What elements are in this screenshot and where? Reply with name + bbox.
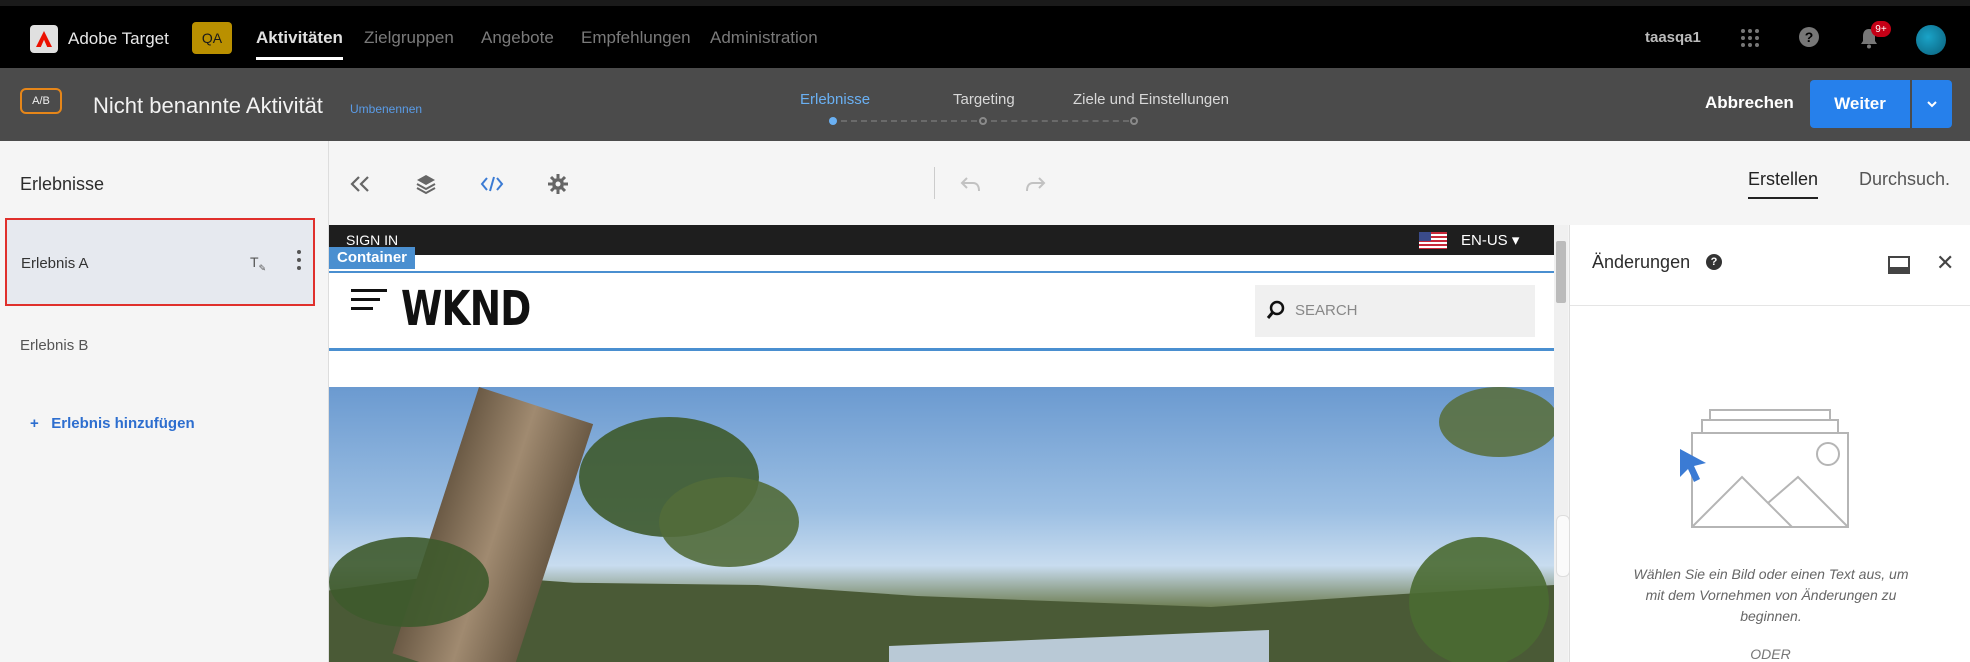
plus-icon: + [30,415,52,432]
text-format-icon[interactable]: T✎ [250,254,266,274]
hero-image[interactable] [329,387,1554,662]
top-navigation: Adobe Target QA Aktivitäten Zielgruppen … [0,0,1970,68]
layers-icon[interactable] [413,171,439,197]
next-dropdown-button[interactable] [1912,80,1952,128]
nav-item-aktivitaeten[interactable]: Aktivitäten [256,28,343,60]
tab-erstellen[interactable]: Erstellen [1748,169,1819,199]
search-placeholder: SEARCH [1295,302,1358,319]
nav-item-empfehlungen[interactable]: Empfehlungen [581,28,691,48]
step-targeting[interactable]: Targeting [953,91,1015,108]
site-header[interactable]: WKND SEARCH [329,271,1554,351]
avatar[interactable] [1916,25,1946,55]
nav-item-zielgruppen[interactable]: Zielgruppen [364,28,454,48]
brand-name[interactable]: Adobe Target [68,29,169,49]
sidebar-title: Erlebnisse [20,174,105,194]
site-search[interactable]: SEARCH [1255,285,1535,337]
site-utility-bar: SIGN IN EN-US ▾ [329,225,1554,255]
adobe-logo-icon[interactable] [30,25,58,53]
panel-layout-icon[interactable] [1888,256,1910,279]
env-badge: QA [192,22,232,54]
nav-item-administration[interactable]: Administration [710,28,818,48]
undo-icon[interactable] [957,171,983,197]
step-connector [841,120,977,122]
rename-link[interactable]: Umbenennen [350,102,422,116]
language-selector[interactable]: EN-US ▾ [1461,231,1519,249]
search-icon [1265,299,1287,326]
user-name[interactable]: taasqa1 [1645,29,1701,46]
apps-icon[interactable] [1741,29,1759,47]
activity-type-badge: A/B [20,88,62,114]
tab-durchsuchen[interactable]: Durchsuch. [1859,169,1950,190]
changes-hint: Wählen Sie ein Bild oder einen Text aus,… [1633,566,1909,624]
nav-item-angebote[interactable]: Angebote [481,28,554,48]
next-button[interactable]: Weiter [1810,80,1910,128]
changes-panel-header: Änderungen ? ✕ [1570,225,1970,306]
experience-label: Erlebnis A [21,255,89,272]
activity-bar: A/B Nicht benannte Aktivität Umbenennen … [0,68,1970,141]
select-element-illustration-icon [1680,405,1860,540]
step-dot-targeting [979,117,987,125]
preview-scrollbar[interactable] [1554,225,1568,662]
redo-icon[interactable] [1023,171,1049,197]
gear-icon[interactable] [545,171,571,197]
step-ziele[interactable]: Ziele und Einstellungen [1073,91,1229,108]
panel-resize-handle[interactable] [1556,515,1570,577]
hamburger-menu-icon[interactable] [351,289,387,313]
wknd-logo[interactable]: WKND [401,281,531,337]
add-experience-button[interactable]: + Erlebnis hinzufügen [30,415,195,432]
help-icon[interactable]: ? [1799,27,1819,47]
page-preview[interactable]: SIGN IN EN-US ▾ WKND SEARCH Container [329,225,1554,662]
toolbar-divider [934,167,935,199]
container-tag: Container [329,247,416,269]
changes-title: Änderungen [1592,252,1691,272]
activity-title[interactable]: Nicht benannte Aktivität [93,93,323,119]
us-flag-icon [1419,232,1447,249]
help-icon[interactable]: ? [1706,254,1722,270]
code-icon[interactable] [479,171,505,197]
collapse-left-icon[interactable] [347,171,373,197]
editor-toolbar: Erstellen Durchsuch. [329,141,1970,225]
notification-badge: 9+ [1871,21,1891,37]
changes-panel: Änderungen ? ✕ Wählen Sie ein Bild oder … [1569,225,1970,662]
experience-item-b[interactable]: Erlebnis B [20,337,88,354]
chevron-down-icon [1926,95,1938,113]
or-label: ODER [1750,646,1791,662]
top-stripe [0,0,1970,6]
close-icon[interactable]: ✕ [1936,250,1954,276]
cancel-button[interactable]: Abbrechen [1705,93,1794,113]
step-dot-ziele [1130,117,1138,125]
add-experience-label: Erlebnis hinzufügen [51,415,195,432]
more-options-icon[interactable] [297,250,301,270]
step-connector [991,120,1129,122]
step-dot-erlebnisse [829,117,837,125]
step-erlebnisse[interactable]: Erlebnisse [800,91,870,108]
experience-item-a[interactable]: Erlebnis A T✎ [5,218,315,306]
sign-in-link[interactable]: SIGN IN [346,232,398,248]
experiences-sidebar: Erlebnisse Erlebnis A T✎ Erlebnis B + Er… [0,141,329,662]
